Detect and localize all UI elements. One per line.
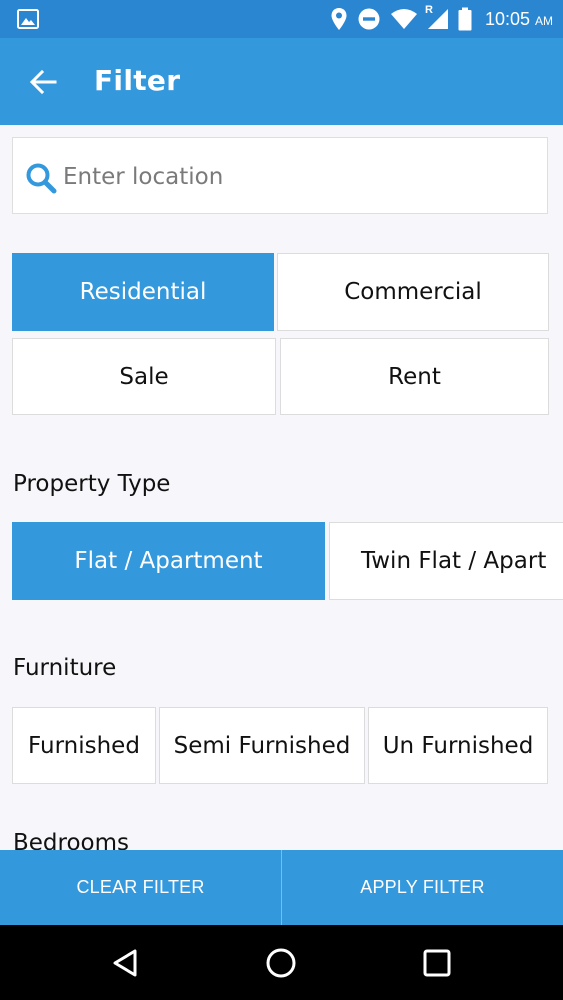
option-semi-furnished[interactable]: Semi Furnished [159,707,365,784]
option-sale[interactable]: Sale [12,338,276,415]
page-title: Filter [94,64,181,97]
furniture-label: Furniture [13,655,117,681]
apply-filter-button[interactable]: APPLY FILTER [282,850,563,925]
status-icons: R 10:05 AM [330,0,553,38]
nav-home-icon[interactable] [265,947,297,979]
do-not-disturb-icon [358,8,380,30]
network-label: R [424,4,433,16]
app-bar: Filter [0,38,563,125]
location-input[interactable] [61,156,535,198]
status-bar: R 10:05 AM [0,0,563,38]
search-icon [26,163,57,194]
wifi-icon [390,9,417,29]
property-type-label: Property Type [13,471,171,497]
option-flat-apartment[interactable]: Flat / Apartment [12,522,325,600]
location-search [12,137,548,214]
option-un-furnished[interactable]: Un Furnished [368,707,548,784]
status-time: 10:05 AM [485,9,553,30]
option-twin-flat[interactable]: Twin Flat / Apart [329,522,563,600]
location-icon [331,8,347,30]
nav-recents-icon[interactable] [421,947,453,979]
arrow-back-icon [29,69,57,95]
cell-signal-icon: R [424,4,449,31]
back-button[interactable] [20,60,66,104]
system-nav-bar [0,925,563,1000]
image-icon [17,9,39,29]
option-commercial[interactable]: Commercial [277,253,549,331]
filter-actions: CLEAR FILTER APPLY FILTER [0,850,563,925]
option-rent[interactable]: Rent [280,338,549,415]
clock-ampm: AM [535,13,553,28]
battery-icon [458,7,472,31]
option-furnished[interactable]: Furnished [12,707,156,784]
clock-time: 10:05 [484,8,530,29]
option-residential[interactable]: Residential [12,253,274,331]
clear-filter-button[interactable]: CLEAR FILTER [0,850,281,925]
nav-back-icon[interactable] [110,947,142,979]
